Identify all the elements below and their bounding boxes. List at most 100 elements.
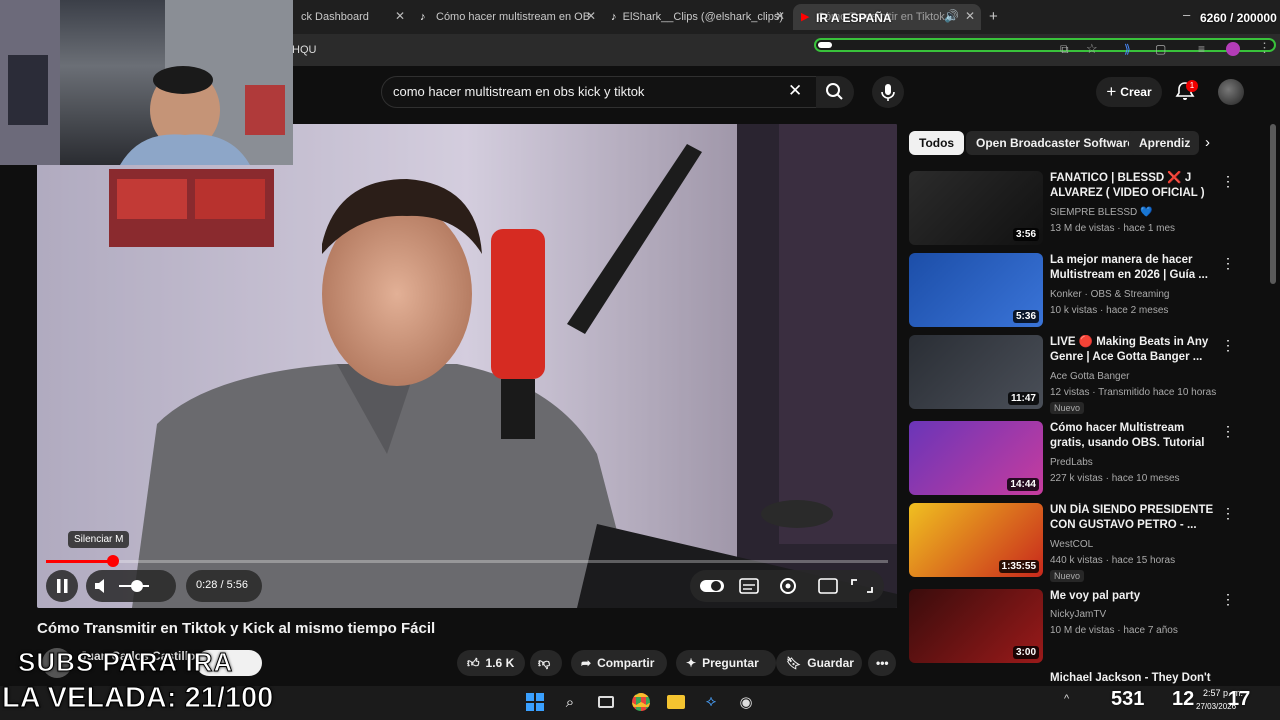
file-explorer-icon[interactable] <box>664 690 688 714</box>
thumbnail[interactable]: 3:56 <box>909 171 1043 245</box>
chip-aprendizaje[interactable]: Aprendiz <box>1129 131 1199 155</box>
thumbnail[interactable]: 14:44 <box>909 421 1043 495</box>
install-icon[interactable]: ⧉ <box>1060 42 1069 57</box>
create-button[interactable]: + Crear <box>1096 77 1162 107</box>
channel-name[interactable]: SIEMPRE BLESSD 💙 <box>1050 207 1152 218</box>
bookmark-star-icon[interactable]: ☆ <box>1086 41 1098 57</box>
clock-time[interactable]: 2:57 p. m. <box>1203 688 1243 698</box>
more-actions-button[interactable]: ••• <box>868 650 896 676</box>
url-text[interactable]: HQU <box>292 44 316 56</box>
account-avatar[interactable] <box>1218 79 1244 105</box>
tab-label: ElShark__Clips (@elshark_clips) <box>622 11 783 23</box>
video-title[interactable]: FANATICO | BLESSD ❌ J ALVAREZ ( VIDEO OF… <box>1050 171 1218 201</box>
channel-name[interactable]: NickyJamTV <box>1050 609 1106 620</box>
list-item[interactable]: 5:36 La mejor manera de hacer Multistrea… <box>909 253 1239 331</box>
app-icon[interactable]: ⟡ <box>699 690 723 714</box>
video-title[interactable]: La mejor manera de hacer Multistream en … <box>1050 253 1218 283</box>
clock-date[interactable]: 27/03/2026 <box>1196 702 1236 711</box>
tab-elshark-clips[interactable]: ♪ ElShark__Clips (@elshark_clips) ✕ <box>603 4 791 30</box>
list-item[interactable]: 1:35:55 UN DÍA SIENDO PRESIDENTE CON GUS… <box>909 503 1239 582</box>
search-input[interactable]: como hacer multistream en obs kick y tik… <box>393 84 644 99</box>
duration-badge: 3:00 <box>1012 646 1039 659</box>
plus-icon: + <box>1106 82 1117 101</box>
obs-icon[interactable]: ◉ <box>734 690 758 714</box>
voice-search-button[interactable] <box>872 76 904 108</box>
stream-goal-progress <box>814 38 1276 52</box>
close-icon[interactable]: ✕ <box>395 9 405 23</box>
stream-goal-title: IR A ESPAÑA <box>816 11 892 25</box>
search-icon[interactable]: ⌕ <box>558 690 582 714</box>
list-item[interactable]: 14:44 Cómo hacer Multistream gratis, usa… <box>909 421 1239 499</box>
channel-name[interactable]: PredLabs <box>1050 457 1093 468</box>
search-button[interactable] <box>816 76 854 108</box>
fullscreen-icon[interactable] <box>854 570 878 602</box>
windows-start-icon[interactable] <box>523 690 547 714</box>
list-item[interactable]: 3:00 Me voy pal party NickyJamTV 10 M de… <box>909 589 1239 667</box>
chevron-right-icon[interactable]: › <box>1205 134 1210 151</box>
clear-search-icon[interactable]: ✕ <box>788 81 802 101</box>
sidepanel-icon[interactable]: ▢ <box>1155 42 1166 56</box>
more-options-icon[interactable]: ⋮ <box>1221 337 1235 354</box>
ask-button[interactable]: ✦ Preguntar <box>676 650 776 676</box>
settings-gear-icon[interactable] <box>778 570 802 602</box>
video-title[interactable]: Michael Jackson - They Don't <box>1050 672 1211 684</box>
profile-icon[interactable] <box>1226 42 1240 56</box>
menu-dots-icon[interactable]: ⋮ <box>1258 40 1271 56</box>
create-label: Crear <box>1120 85 1152 99</box>
duration-badge: 3:56 <box>1012 228 1039 241</box>
video-title[interactable]: UN DÍA SIENDO PRESIDENTE CON GUSTAVO PET… <box>1050 503 1218 533</box>
close-icon[interactable]: ✕ <box>775 9 785 23</box>
more-options-icon[interactable]: ⋮ <box>1221 255 1235 272</box>
more-options-icon[interactable]: ⋮ <box>1221 423 1235 440</box>
player-progress-bar[interactable] <box>46 555 888 567</box>
pause-button[interactable] <box>46 570 78 602</box>
like-count: 1.6 K <box>485 656 515 670</box>
thumbnail[interactable]: 5:36 <box>909 253 1043 327</box>
tab-dashboard[interactable]: ck Dashboard ✕ <box>293 4 411 30</box>
chip-obs[interactable]: Open Broadcaster Software <box>966 131 1145 155</box>
audio-icon[interactable]: 🔊 <box>944 9 959 23</box>
volume-slider-handle[interactable] <box>131 580 143 592</box>
duration-badge: 11:47 <box>1007 392 1039 405</box>
video-title[interactable]: Cómo hacer Multistream gratis, usando OB… <box>1050 421 1218 451</box>
extension-icon[interactable]: ⟫ <box>1124 42 1131 56</box>
scrubber-handle[interactable] <box>107 555 119 567</box>
video-meta: 10 M de vistas · hace 7 años <box>1050 625 1178 636</box>
chip-todos[interactable]: Todos <box>909 131 965 155</box>
more-options-icon[interactable]: ⋮ <box>1221 173 1235 190</box>
thumbnail[interactable]: 3:00 <box>909 589 1043 663</box>
minimize-button[interactable]: – <box>1183 7 1190 22</box>
channel-name[interactable]: Konker · OBS & Streaming <box>1050 289 1170 300</box>
reading-list-icon[interactable]: ≡ <box>1198 42 1205 56</box>
sparkle-icon: ✦ <box>686 656 697 670</box>
video-title[interactable]: LIVE 🔴 Making Beats in Any Genre | Ace G… <box>1050 335 1218 365</box>
share-button[interactable]: ➦ Compartir <box>571 650 667 676</box>
close-icon[interactable]: ✕ <box>965 9 975 23</box>
chevron-up-icon[interactable]: ^ <box>1064 693 1069 705</box>
dislike-button[interactable]: 👎︎ <box>530 650 562 676</box>
task-view-icon[interactable] <box>594 690 618 714</box>
channel-name[interactable]: Ace Gotta Banger <box>1050 371 1130 382</box>
new-tab-button[interactable]: + <box>989 8 998 25</box>
video-title[interactable]: Me voy pal party <box>1050 589 1218 604</box>
tab-multistream[interactable]: ♪ Cómo hacer multistream en OB ✕ <box>412 4 602 30</box>
list-item[interactable]: 11:47 LIVE 🔴 Making Beats in Any Genre |… <box>909 335 1239 414</box>
miniplayer-icon[interactable] <box>816 570 840 602</box>
autoplay-toggle[interactable] <box>700 570 724 602</box>
video-player[interactable] <box>37 124 897 608</box>
save-button[interactable]: 🔖︎ Guardar <box>776 650 862 676</box>
channel-name[interactable]: WestCOL <box>1050 539 1093 550</box>
scrollbar[interactable] <box>1270 124 1276 284</box>
volume-control[interactable] <box>86 570 176 602</box>
close-icon[interactable]: ✕ <box>586 9 596 23</box>
thumbnail[interactable]: 1:35:55 <box>909 503 1043 577</box>
pause-icon <box>57 579 68 593</box>
chrome-icon[interactable] <box>629 690 653 714</box>
thumbnail[interactable]: 11:47 <box>909 335 1043 409</box>
more-options-icon[interactable]: ⋮ <box>1221 505 1235 522</box>
more-options-icon[interactable]: ⋮ <box>1221 591 1235 608</box>
save-label: Guardar <box>807 656 854 670</box>
like-button[interactable]: 👍︎ 1.6 K <box>457 650 525 676</box>
subtitles-icon[interactable] <box>738 570 762 602</box>
list-item[interactable]: 3:56 FANATICO | BLESSD ❌ J ALVAREZ ( VID… <box>909 171 1239 249</box>
